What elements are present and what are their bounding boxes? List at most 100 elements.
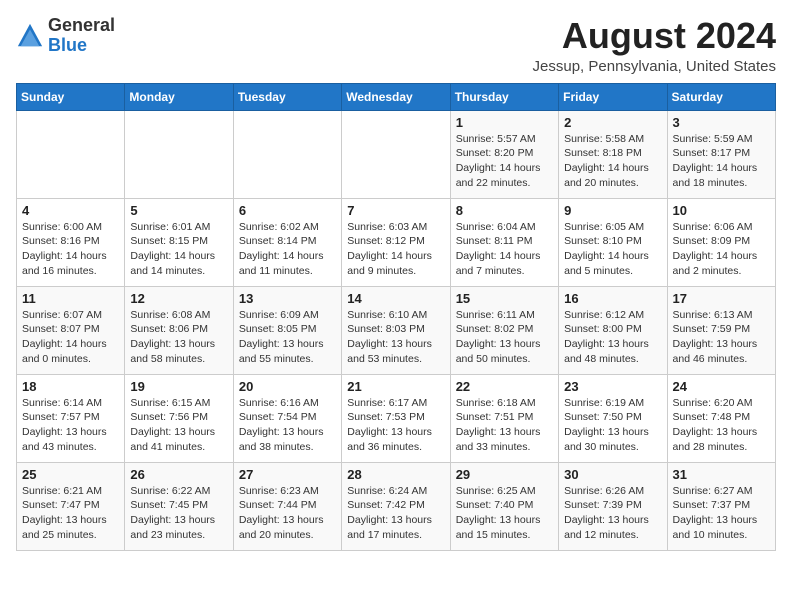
day-info: Sunrise: 6:09 AMSunset: 8:05 PMDaylight:… [239, 308, 336, 367]
day-info: Sunrise: 6:13 AMSunset: 7:59 PMDaylight:… [673, 308, 770, 367]
calendar-cell: 1 Sunrise: 5:57 AMSunset: 8:20 PMDaylight… [450, 110, 558, 198]
day-number: 4 [22, 203, 119, 218]
day-number: 11 [22, 291, 119, 306]
calendar-week-row: 11 Sunrise: 6:07 AMSunset: 8:07 PMDayligh… [17, 286, 776, 374]
day-number: 5 [130, 203, 227, 218]
day-info: Sunrise: 6:16 AMSunset: 7:54 PMDaylight:… [239, 396, 336, 455]
day-number: 13 [239, 291, 336, 306]
day-info: Sunrise: 6:10 AMSunset: 8:03 PMDaylight:… [347, 308, 444, 367]
day-info: Sunrise: 6:08 AMSunset: 8:06 PMDaylight:… [130, 308, 227, 367]
day-number: 20 [239, 379, 336, 394]
col-header-wednesday: Wednesday [342, 83, 450, 110]
calendar-cell: 30 Sunrise: 6:26 AMSunset: 7:39 PMDayligh… [559, 462, 667, 550]
day-number: 26 [130, 467, 227, 482]
day-info: Sunrise: 5:58 AMSunset: 8:18 PMDaylight:… [564, 132, 661, 191]
calendar-cell [233, 110, 341, 198]
day-info: Sunrise: 6:20 AMSunset: 7:48 PMDaylight:… [673, 396, 770, 455]
calendar-cell: 21Sunrise: 6:17 AMSunset: 7:53 PMDayligh… [342, 374, 450, 462]
day-number: 17 [673, 291, 770, 306]
day-number: 23 [564, 379, 661, 394]
logo-blue-text: Blue [48, 35, 87, 55]
calendar-cell: 31Sunrise: 6:27 AMSunset: 7:37 PMDayligh… [667, 462, 775, 550]
calendar-cell: 20 Sunrise: 6:16 AMSunset: 7:54 PMDayligh… [233, 374, 341, 462]
day-number: 7 [347, 203, 444, 218]
day-info: Sunrise: 6:15 AMSunset: 7:56 PMDaylight:… [130, 396, 227, 455]
calendar-week-row: 25 Sunrise: 6:21 AMSunset: 7:47 PMDayligh… [17, 462, 776, 550]
calendar-cell: 3 Sunrise: 5:59 AMSunset: 8:17 PMDaylight… [667, 110, 775, 198]
calendar-cell: 25 Sunrise: 6:21 AMSunset: 7:47 PMDayligh… [17, 462, 125, 550]
col-header-friday: Friday [559, 83, 667, 110]
calendar-cell: 24 Sunrise: 6:20 AMSunset: 7:48 PMDayligh… [667, 374, 775, 462]
day-info: Sunrise: 6:05 AMSunset: 8:10 PMDaylight:… [564, 220, 661, 279]
calendar-cell: 7 Sunrise: 6:03 AMSunset: 8:12 PMDaylight… [342, 198, 450, 286]
day-number: 12 [130, 291, 227, 306]
day-number: 18 [22, 379, 119, 394]
calendar-cell: 2 Sunrise: 5:58 AMSunset: 8:18 PMDaylight… [559, 110, 667, 198]
calendar-cell: 16 Sunrise: 6:12 AMSunset: 8:00 PMDayligh… [559, 286, 667, 374]
day-info: Sunrise: 6:23 AMSunset: 7:44 PMDaylight:… [239, 484, 336, 543]
col-header-saturday: Saturday [667, 83, 775, 110]
calendar-cell: 22 Sunrise: 6:18 AMSunset: 7:51 PMDayligh… [450, 374, 558, 462]
day-number: 9 [564, 203, 661, 218]
location-text: Jessup, Pennsylvania, United States [533, 58, 776, 75]
day-info: Sunrise: 6:14 AMSunset: 7:57 PMDaylight:… [22, 396, 119, 455]
day-number: 22 [456, 379, 553, 394]
day-number: 10 [673, 203, 770, 218]
calendar-cell: 27Sunrise: 6:23 AMSunset: 7:44 PMDayligh… [233, 462, 341, 550]
day-info: Sunrise: 6:07 AMSunset: 8:07 PMDaylight:… [22, 308, 119, 367]
day-number: 15 [456, 291, 553, 306]
calendar-cell: 23 Sunrise: 6:19 AMSunset: 7:50 PMDayligh… [559, 374, 667, 462]
day-info: Sunrise: 6:26 AMSunset: 7:39 PMDaylight:… [564, 484, 661, 543]
calendar-cell: 17 Sunrise: 6:13 AMSunset: 7:59 PMDayligh… [667, 286, 775, 374]
day-info: Sunrise: 6:01 AMSunset: 8:15 PMDaylight:… [130, 220, 227, 279]
day-info: Sunrise: 6:12 AMSunset: 8:00 PMDaylight:… [564, 308, 661, 367]
day-info: Sunrise: 6:25 AMSunset: 7:40 PMDaylight:… [456, 484, 553, 543]
day-info: Sunrise: 5:57 AMSunset: 8:20 PMDaylight:… [456, 132, 553, 191]
calendar-cell [17, 110, 125, 198]
day-info: Sunrise: 6:02 AMSunset: 8:14 PMDaylight:… [239, 220, 336, 279]
day-info: Sunrise: 5:59 AMSunset: 8:17 PMDaylight:… [673, 132, 770, 191]
day-info: Sunrise: 6:06 AMSunset: 8:09 PMDaylight:… [673, 220, 770, 279]
calendar-cell: 15Sunrise: 6:11 AMSunset: 8:02 PMDayligh… [450, 286, 558, 374]
logo-icon [16, 22, 44, 50]
day-number: 19 [130, 379, 227, 394]
day-info: Sunrise: 6:21 AMSunset: 7:47 PMDaylight:… [22, 484, 119, 543]
calendar-cell: 19 Sunrise: 6:15 AMSunset: 7:56 PMDayligh… [125, 374, 233, 462]
calendar-week-row: 4Sunrise: 6:00 AMSunset: 8:16 PMDaylight… [17, 198, 776, 286]
day-number: 1 [456, 115, 553, 130]
day-number: 16 [564, 291, 661, 306]
calendar-cell: 11 Sunrise: 6:07 AMSunset: 8:07 PMDayligh… [17, 286, 125, 374]
col-header-monday: Monday [125, 83, 233, 110]
calendar-cell [125, 110, 233, 198]
calendar-header-row: SundayMondayTuesdayWednesdayThursdayFrid… [17, 83, 776, 110]
calendar-cell: 6 Sunrise: 6:02 AMSunset: 8:14 PMDaylight… [233, 198, 341, 286]
day-info: Sunrise: 6:18 AMSunset: 7:51 PMDaylight:… [456, 396, 553, 455]
calendar-cell: 29Sunrise: 6:25 AMSunset: 7:40 PMDayligh… [450, 462, 558, 550]
calendar-cell: 8Sunrise: 6:04 AMSunset: 8:11 PMDaylight… [450, 198, 558, 286]
calendar-cell: 12 Sunrise: 6:08 AMSunset: 8:06 PMDayligh… [125, 286, 233, 374]
day-number: 3 [673, 115, 770, 130]
day-number: 21 [347, 379, 444, 394]
day-number: 8 [456, 203, 553, 218]
page-header: General Blue August 2024 Jessup, Pennsyl… [16, 16, 776, 75]
title-block: August 2024 Jessup, Pennsylvania, United… [533, 16, 776, 75]
day-number: 24 [673, 379, 770, 394]
calendar-week-row: 18 Sunrise: 6:14 AMSunset: 7:57 PMDayligh… [17, 374, 776, 462]
logo-general-text: General [48, 15, 115, 35]
calendar-cell: 26Sunrise: 6:22 AMSunset: 7:45 PMDayligh… [125, 462, 233, 550]
col-header-thursday: Thursday [450, 83, 558, 110]
col-header-tuesday: Tuesday [233, 83, 341, 110]
calendar-cell [342, 110, 450, 198]
day-number: 31 [673, 467, 770, 482]
calendar-cell: 4Sunrise: 6:00 AMSunset: 8:16 PMDaylight… [17, 198, 125, 286]
day-number: 2 [564, 115, 661, 130]
day-number: 30 [564, 467, 661, 482]
day-number: 6 [239, 203, 336, 218]
day-number: 28 [347, 467, 444, 482]
day-info: Sunrise: 6:19 AMSunset: 7:50 PMDaylight:… [564, 396, 661, 455]
calendar-table: SundayMondayTuesdayWednesdayThursdayFrid… [16, 83, 776, 551]
calendar-cell: 18 Sunrise: 6:14 AMSunset: 7:57 PMDayligh… [17, 374, 125, 462]
day-number: 25 [22, 467, 119, 482]
day-info: Sunrise: 6:03 AMSunset: 8:12 PMDaylight:… [347, 220, 444, 279]
day-info: Sunrise: 6:24 AMSunset: 7:42 PMDaylight:… [347, 484, 444, 543]
